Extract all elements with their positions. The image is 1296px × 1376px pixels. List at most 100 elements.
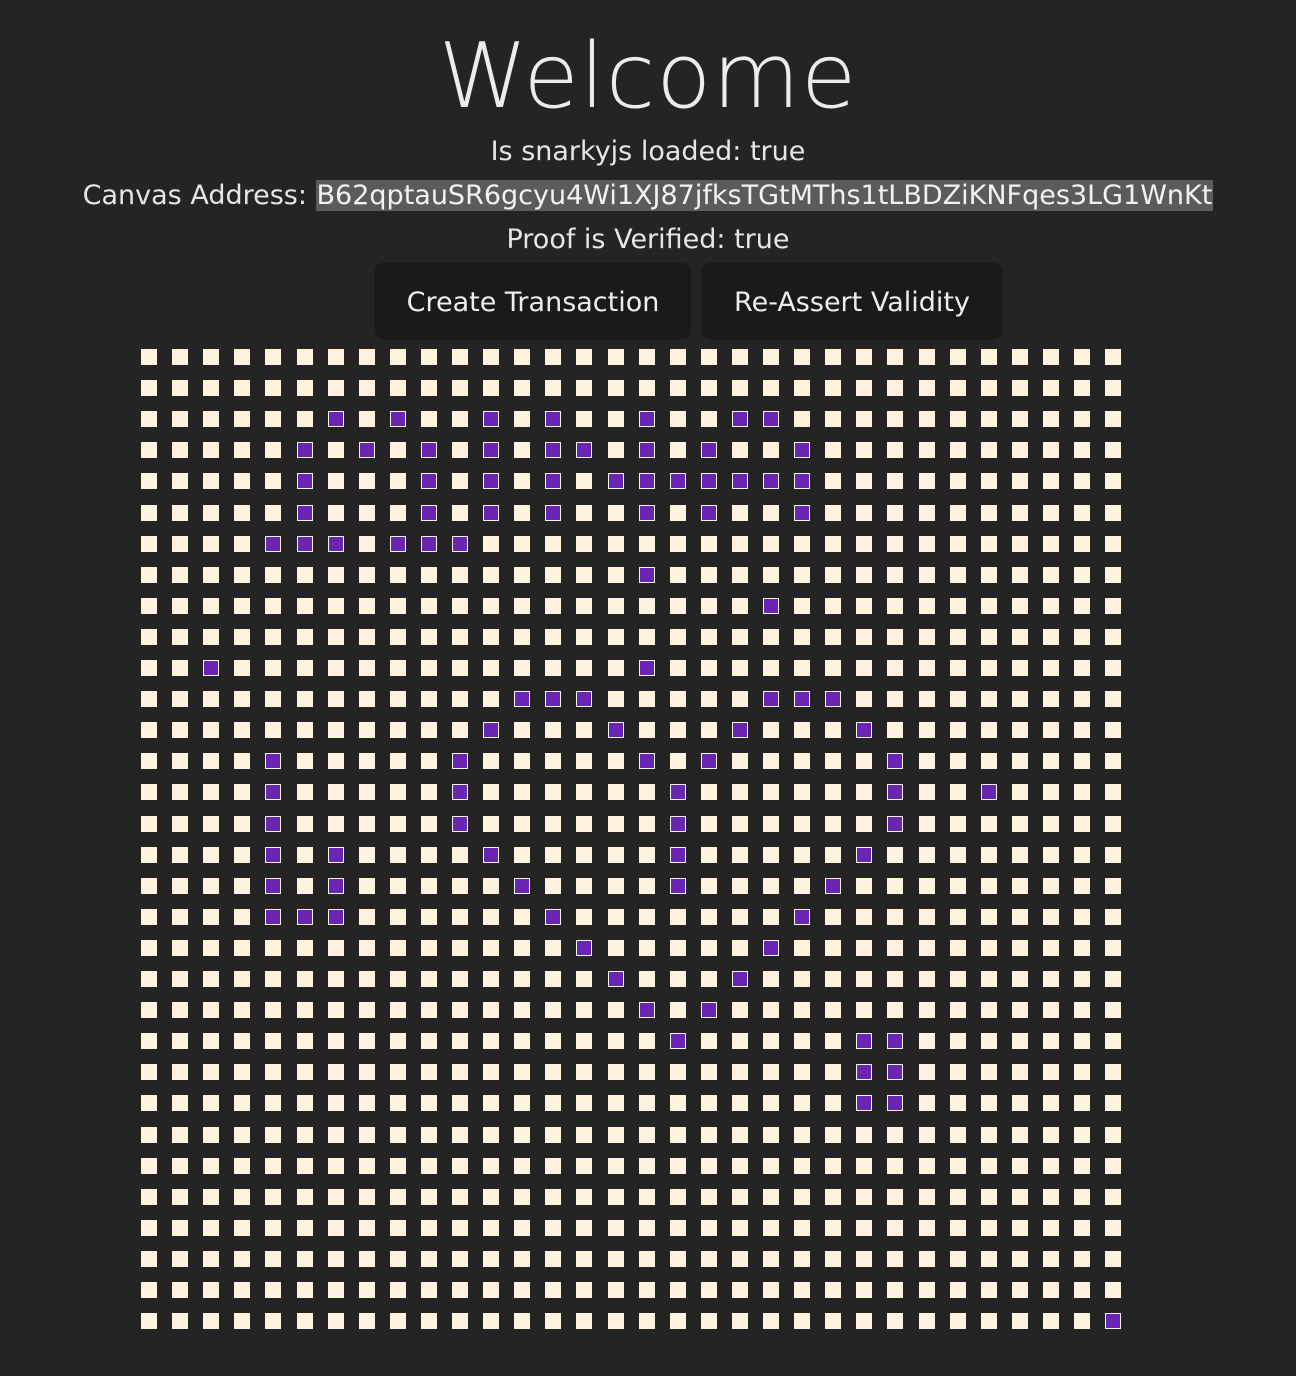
canvas-pixel[interactable]	[297, 505, 313, 521]
canvas-pixel[interactable]	[421, 442, 437, 458]
canvas-pixel[interactable]	[1074, 1064, 1090, 1080]
canvas-pixel[interactable]	[887, 753, 903, 769]
canvas-pixel[interactable]	[981, 1127, 997, 1143]
canvas-pixel[interactable]	[203, 442, 219, 458]
canvas-pixel[interactable]	[1012, 971, 1028, 987]
canvas-pixel[interactable]	[203, 1033, 219, 1049]
canvas-pixel[interactable]	[172, 1002, 188, 1018]
canvas-pixel[interactable]	[297, 1313, 313, 1329]
canvas-pixel[interactable]	[390, 1282, 406, 1298]
canvas-pixel[interactable]	[950, 1158, 966, 1174]
canvas-pixel[interactable]	[887, 411, 903, 427]
canvas-pixel[interactable]	[576, 411, 592, 427]
canvas-pixel[interactable]	[359, 660, 375, 676]
canvas-pixel[interactable]	[639, 598, 655, 614]
canvas-pixel[interactable]	[732, 722, 748, 738]
canvas-pixel[interactable]	[639, 971, 655, 987]
canvas-pixel[interactable]	[701, 940, 717, 956]
canvas-pixel[interactable]	[608, 442, 624, 458]
canvas-pixel[interactable]	[732, 1189, 748, 1205]
canvas-pixel[interactable]	[452, 473, 468, 489]
canvas-pixel[interactable]	[203, 816, 219, 832]
canvas-pixel[interactable]	[1012, 1002, 1028, 1018]
canvas-pixel[interactable]	[763, 1064, 779, 1080]
canvas-pixel[interactable]	[919, 1158, 935, 1174]
canvas-pixel[interactable]	[390, 1158, 406, 1174]
canvas-pixel[interactable]	[514, 660, 530, 676]
canvas-pixel[interactable]	[919, 1064, 935, 1080]
canvas-pixel[interactable]	[763, 598, 779, 614]
canvas-pixel[interactable]	[919, 753, 935, 769]
canvas-pixel[interactable]	[359, 847, 375, 863]
canvas-pixel[interactable]	[608, 784, 624, 800]
canvas-pixel[interactable]	[856, 660, 872, 676]
canvas-pixel[interactable]	[981, 629, 997, 645]
canvas-pixel[interactable]	[825, 411, 841, 427]
canvas-pixel[interactable]	[981, 1095, 997, 1111]
canvas-pixel[interactable]	[265, 1127, 281, 1143]
canvas-pixel[interactable]	[483, 1127, 499, 1143]
canvas-pixel[interactable]	[1105, 1127, 1121, 1143]
canvas-pixel[interactable]	[639, 878, 655, 894]
canvas-pixel[interactable]	[1105, 1158, 1121, 1174]
canvas-pixel[interactable]	[981, 1189, 997, 1205]
canvas-pixel[interactable]	[639, 505, 655, 521]
canvas-pixel[interactable]	[421, 1189, 437, 1205]
canvas-pixel[interactable]	[794, 1251, 810, 1267]
canvas-pixel[interactable]	[1074, 816, 1090, 832]
canvas-pixel[interactable]	[545, 784, 561, 800]
canvas-pixel[interactable]	[1074, 536, 1090, 552]
canvas-pixel[interactable]	[545, 1251, 561, 1267]
canvas-pixel[interactable]	[670, 847, 686, 863]
canvas-pixel[interactable]	[825, 1095, 841, 1111]
canvas-pixel[interactable]	[794, 1095, 810, 1111]
canvas-pixel[interactable]	[1105, 1220, 1121, 1236]
canvas-pixel[interactable]	[141, 1033, 157, 1049]
canvas-pixel[interactable]	[576, 567, 592, 583]
canvas-pixel[interactable]	[359, 1095, 375, 1111]
canvas-pixel[interactable]	[141, 1064, 157, 1080]
canvas-pixel[interactable]	[950, 909, 966, 925]
canvas-pixel[interactable]	[297, 1095, 313, 1111]
canvas-pixel[interactable]	[1012, 473, 1028, 489]
canvas-pixel[interactable]	[1074, 847, 1090, 863]
canvas-pixel[interactable]	[483, 878, 499, 894]
canvas-pixel[interactable]	[234, 1313, 250, 1329]
canvas-pixel[interactable]	[887, 1064, 903, 1080]
canvas-pixel[interactable]	[545, 629, 561, 645]
canvas-pixel[interactable]	[234, 816, 250, 832]
canvas-pixel[interactable]	[1043, 380, 1059, 396]
canvas-pixel[interactable]	[794, 660, 810, 676]
canvas-pixel[interactable]	[981, 1158, 997, 1174]
canvas-pixel[interactable]	[794, 567, 810, 583]
canvas-pixel[interactable]	[545, 722, 561, 738]
canvas-pixel[interactable]	[297, 1064, 313, 1080]
canvas-pixel[interactable]	[825, 442, 841, 458]
canvas-pixel[interactable]	[856, 971, 872, 987]
canvas-pixel[interactable]	[234, 878, 250, 894]
canvas-pixel[interactable]	[421, 1095, 437, 1111]
canvas-pixel[interactable]	[483, 909, 499, 925]
canvas-pixel[interactable]	[141, 380, 157, 396]
canvas-pixel[interactable]	[234, 1095, 250, 1111]
canvas-pixel[interactable]	[1074, 629, 1090, 645]
canvas-pixel[interactable]	[887, 847, 903, 863]
canvas-pixel[interactable]	[1043, 722, 1059, 738]
canvas-pixel[interactable]	[1043, 753, 1059, 769]
canvas-pixel[interactable]	[701, 909, 717, 925]
canvas-pixel[interactable]	[483, 940, 499, 956]
canvas-pixel[interactable]	[1043, 411, 1059, 427]
canvas-pixel[interactable]	[825, 971, 841, 987]
canvas-pixel[interactable]	[390, 1127, 406, 1143]
canvas-pixel[interactable]	[172, 1095, 188, 1111]
canvas-pixel[interactable]	[421, 598, 437, 614]
canvas-pixel[interactable]	[234, 1158, 250, 1174]
canvas-pixel[interactable]	[234, 1220, 250, 1236]
canvas-pixel[interactable]	[328, 411, 344, 427]
canvas-pixel[interactable]	[203, 1064, 219, 1080]
canvas-pixel[interactable]	[732, 1064, 748, 1080]
canvas-pixel[interactable]	[328, 1251, 344, 1267]
canvas-pixel[interactable]	[421, 784, 437, 800]
canvas-pixel[interactable]	[265, 878, 281, 894]
canvas-pixel[interactable]	[452, 816, 468, 832]
